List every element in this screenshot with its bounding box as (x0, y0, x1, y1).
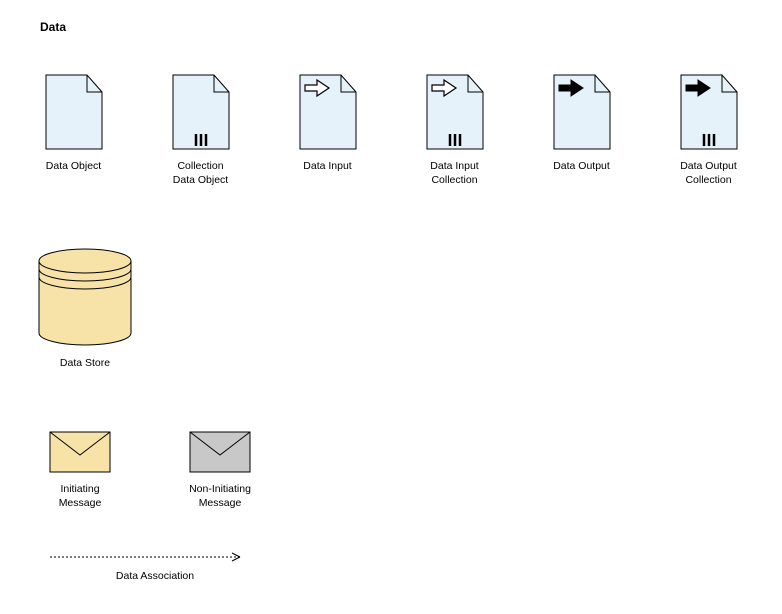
row-store: Data Store (40, 247, 742, 371)
row-documents: Data Object Collection Data Object Data … (40, 74, 742, 187)
label-initiating-message: Initiating Message (40, 483, 120, 510)
item-data-store: Data Store (40, 247, 130, 371)
collection-data-object-icon (172, 74, 230, 150)
label-data-store: Data Store (60, 357, 110, 371)
label-non-initiating-message: Non-Initiating Message (180, 483, 260, 510)
data-association-icon (40, 550, 260, 564)
label-data-object: Data Object (46, 160, 101, 174)
item-data-output: Data Output (548, 74, 615, 174)
label-data-output: Data Output (553, 160, 610, 174)
label-data-input: Data Input (303, 160, 351, 174)
non-initiating-message-icon (189, 431, 251, 473)
item-non-initiating-message: Non-Initiating Message (180, 431, 260, 510)
item-data-association: Data Association (40, 550, 742, 582)
label-data-association: Data Association (55, 570, 255, 582)
item-data-object: Data Object (40, 74, 107, 174)
section-title: Data (40, 20, 742, 34)
data-output-icon (553, 74, 611, 150)
data-input-icon (299, 74, 357, 150)
label-data-input-collection: Data Input Collection (421, 160, 488, 187)
item-collection-data-object: Collection Data Object (167, 74, 234, 187)
data-input-collection-icon (426, 74, 484, 150)
item-data-output-collection: Data Output Collection (675, 74, 742, 187)
data-output-collection-icon (680, 74, 738, 150)
item-data-input-collection: Data Input Collection (421, 74, 488, 187)
item-initiating-message: Initiating Message (40, 431, 120, 510)
label-data-output-collection: Data Output Collection (675, 160, 742, 187)
label-collection-data-object: Collection Data Object (167, 160, 234, 187)
item-data-input: Data Input (294, 74, 361, 174)
initiating-message-icon (49, 431, 111, 473)
data-object-icon (45, 74, 103, 150)
row-messages: Initiating Message Non-Initiating Messag… (40, 431, 742, 510)
data-store-icon (37, 247, 133, 347)
